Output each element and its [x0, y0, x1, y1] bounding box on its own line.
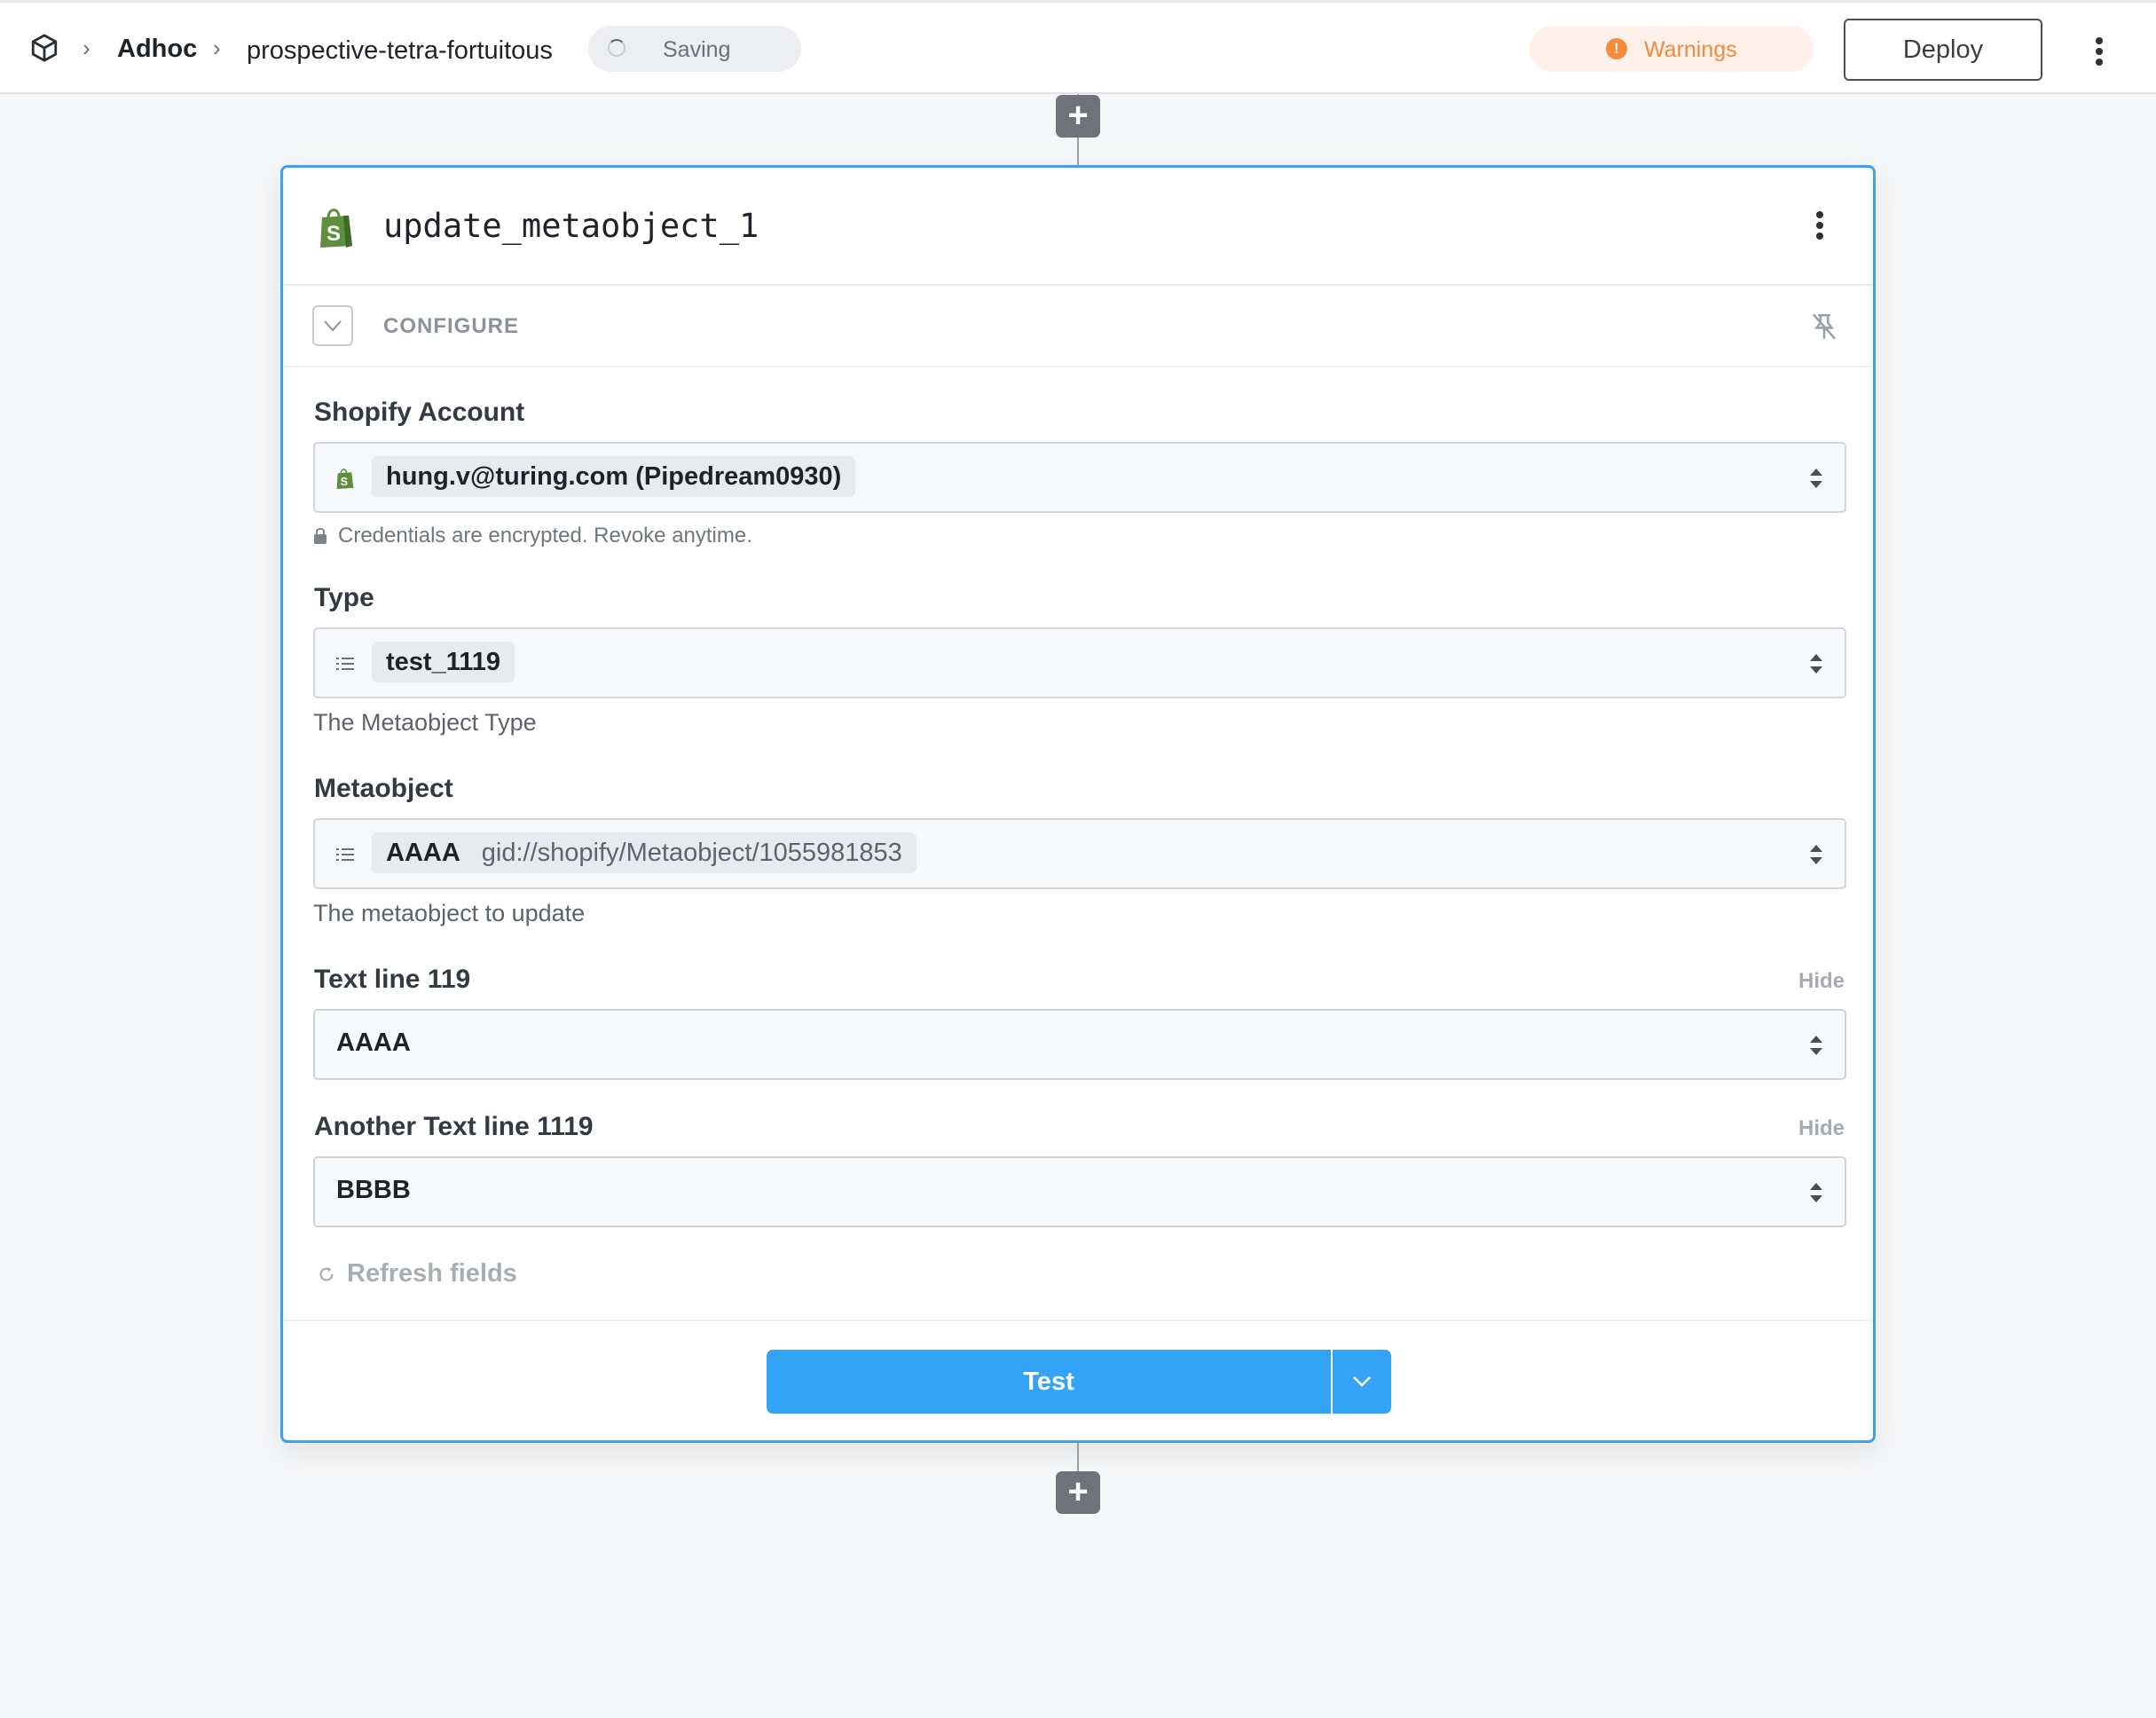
cube-icon[interactable]: [29, 33, 59, 63]
status-text: Saving: [663, 37, 731, 62]
divider: [283, 1320, 1873, 1321]
account-select[interactable]: S hung.v@turing.com (Pipedream0930): [313, 442, 1846, 513]
refresh-fields-label: Refresh fields: [347, 1259, 517, 1288]
refresh-fields-button[interactable]: Refresh fields: [317, 1259, 517, 1288]
type-label: Type: [314, 583, 374, 612]
account-chip: hung.v@turing.com (Pipedream0930): [372, 456, 856, 497]
updown-icon: [1809, 1034, 1823, 1057]
configure-label: CONFIGURE: [383, 314, 519, 338]
type-help: The Metaobject Type: [313, 709, 537, 736]
chevron-down-icon[interactable]: [312, 305, 353, 346]
type-chip: test_1119: [372, 642, 515, 682]
metaobject-select[interactable]: AAAA gid://shopify/Metaobject/1055981853: [313, 818, 1846, 889]
breadcrumb-workspace[interactable]: Adhoc: [117, 35, 197, 64]
another-text-line-input[interactable]: BBBB: [313, 1156, 1846, 1227]
another-text-line-value: BBBB: [336, 1176, 411, 1204]
metaobject-value: AAAA: [386, 838, 460, 867]
text-line-label: Text line 119: [314, 965, 471, 994]
metaobject-chip: AAAA gid://shopify/Metaobject/1055981853: [372, 832, 917, 873]
credentials-note-text: Credentials are encrypted. Revoke anytim…: [338, 524, 752, 548]
metaobject-help: The metaobject to update: [313, 900, 586, 926]
updown-icon: [1809, 467, 1823, 490]
kebab-icon[interactable]: [1814, 211, 1825, 240]
top-bar: › Adhoc › prospective-tetra-fortuitous S…: [0, 0, 2156, 94]
chevron-right-icon: ›: [213, 35, 221, 61]
list-icon: [334, 843, 356, 866]
chevron-right-icon: ›: [83, 35, 90, 61]
plus-icon: +: [1067, 96, 1089, 135]
type-select[interactable]: test_1119: [313, 627, 1846, 698]
warning-icon: !: [1606, 38, 1627, 59]
shopify-icon: S: [317, 205, 356, 249]
list-icon: [334, 652, 356, 675]
svg-text:S: S: [341, 476, 348, 488]
add-step-above-button[interactable]: +: [1056, 95, 1100, 138]
updown-icon: [1809, 1181, 1823, 1204]
lock-icon: [314, 528, 327, 544]
text-line-input[interactable]: AAAA: [313, 1009, 1846, 1080]
text-line-hide-link[interactable]: Hide: [1798, 969, 1845, 994]
spinner-icon: [608, 39, 626, 57]
add-step-below-button[interactable]: +: [1056, 1471, 1100, 1514]
refresh-icon: [319, 1266, 334, 1281]
chevron-down-icon: [1353, 1376, 1371, 1387]
updown-icon: [1809, 843, 1823, 866]
credentials-note: Credentials are encrypted. Revoke anytim…: [313, 524, 752, 548]
kebab-icon[interactable]: [2094, 37, 2105, 66]
step-card: S update_metaobject_1 CONFIGURE Shopify …: [280, 165, 1876, 1443]
warnings-label: Warnings: [1644, 37, 1737, 62]
another-text-line-label: Another Text line 1119: [314, 1112, 594, 1141]
metaobject-label: Metaobject: [314, 774, 453, 803]
updown-icon: [1809, 652, 1823, 675]
pin-off-icon[interactable]: [1809, 311, 1839, 343]
step-header: S update_metaobject_1: [283, 168, 1873, 286]
account-label: Shopify Account: [314, 398, 525, 427]
plus-icon: +: [1067, 1472, 1089, 1511]
shopify-icon: S: [334, 467, 356, 490]
step-name[interactable]: update_metaobject_1: [383, 207, 759, 245]
configure-section-header[interactable]: CONFIGURE: [283, 286, 1873, 367]
test-button[interactable]: Test: [767, 1350, 1331, 1414]
deploy-button[interactable]: Deploy: [1844, 19, 2042, 81]
breadcrumb-project[interactable]: prospective-tetra-fortuitous: [247, 36, 553, 66]
metaobject-id: gid://shopify/Metaobject/1055981853: [481, 838, 902, 867]
test-options-button[interactable]: [1333, 1350, 1391, 1414]
status-badge: Saving: [588, 26, 801, 72]
another-text-line-hide-link[interactable]: Hide: [1798, 1116, 1845, 1141]
text-line-value: AAAA: [336, 1028, 411, 1057]
svg-text:S: S: [327, 222, 341, 246]
warnings-button[interactable]: ! Warnings: [1530, 26, 1814, 72]
